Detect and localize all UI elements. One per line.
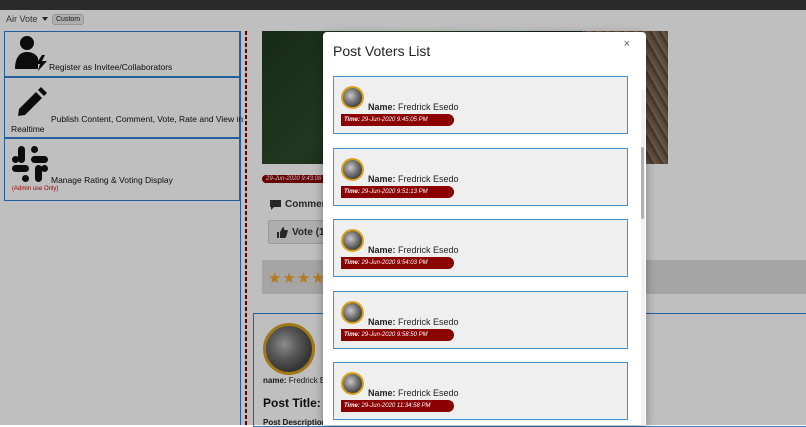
name-label: Name: bbox=[368, 245, 396, 255]
time-label: Time: bbox=[344, 117, 360, 123]
name-label: Name: bbox=[368, 102, 396, 112]
scrollbar-thumb[interactable] bbox=[641, 147, 644, 219]
voter-name: Name: Fredrick Esedo bbox=[368, 174, 459, 184]
vote-time: Time: 29-Jun-2020 11:34:58 PM bbox=[341, 400, 454, 412]
vote-time: Time: 29-Jun-2020 9:45:05 PM bbox=[341, 114, 454, 126]
avatar bbox=[341, 86, 364, 109]
time-label: Time: bbox=[344, 260, 360, 266]
time-value: 29-Jun-2020 11:34:58 PM bbox=[361, 403, 431, 409]
time-label: Time: bbox=[344, 332, 360, 338]
close-icon[interactable]: × bbox=[624, 38, 630, 50]
avatar bbox=[341, 158, 364, 181]
vote-time: Time: 29-Jun-2020 9:58:50 PM bbox=[341, 329, 454, 341]
post-voters-modal: Post Voters List × Name: Fredrick Esedo … bbox=[323, 32, 646, 425]
name-value: Fredrick Esedo bbox=[398, 388, 459, 398]
name-label: Name: bbox=[368, 317, 396, 327]
name-value: Fredrick Esedo bbox=[398, 245, 459, 255]
name-value: Fredrick Esedo bbox=[398, 317, 459, 327]
avatar bbox=[341, 229, 364, 252]
voter-name: Name: Fredrick Esedo bbox=[368, 388, 459, 398]
time-value: 29-Jun-2020 9:51:13 PM bbox=[361, 189, 428, 195]
voter-name: Name: Fredrick Esedo bbox=[368, 102, 459, 112]
vote-time: Time: 29-Jun-2020 9:51:13 PM bbox=[341, 186, 454, 198]
name-label: Name: bbox=[368, 174, 396, 184]
time-value: 29-Jun-2020 9:45:05 PM bbox=[361, 117, 428, 123]
voter-name: Name: Fredrick Esedo bbox=[368, 317, 459, 327]
list-item: Name: Fredrick Esedo Time: 29-Jun-2020 9… bbox=[333, 291, 628, 349]
time-label: Time: bbox=[344, 403, 360, 409]
scrollbar-track[interactable] bbox=[641, 90, 645, 425]
list-item: Name: Fredrick Esedo Time: 29-Jun-2020 9… bbox=[333, 219, 628, 277]
list-item: Name: Fredrick Esedo Time: 29-Jun-2020 1… bbox=[333, 362, 628, 420]
avatar bbox=[341, 372, 364, 395]
name-value: Fredrick Esedo bbox=[398, 174, 459, 184]
modal-title: Post Voters List bbox=[333, 43, 431, 59]
voter-name: Name: Fredrick Esedo bbox=[368, 245, 459, 255]
time-value: 29-Jun-2020 9:54:03 PM bbox=[361, 260, 428, 266]
list-item: Name: Fredrick Esedo Time: 29-Jun-2020 9… bbox=[333, 76, 628, 134]
list-item: Name: Fredrick Esedo Time: 29-Jun-2020 9… bbox=[333, 148, 628, 206]
vote-time: Time: 29-Jun-2020 9:54:03 PM bbox=[341, 257, 454, 269]
time-label: Time: bbox=[344, 189, 360, 195]
name-label: Name: bbox=[368, 388, 396, 398]
name-value: Fredrick Esedo bbox=[398, 102, 459, 112]
time-value: 29-Jun-2020 9:58:50 PM bbox=[361, 332, 428, 338]
avatar bbox=[341, 301, 364, 324]
